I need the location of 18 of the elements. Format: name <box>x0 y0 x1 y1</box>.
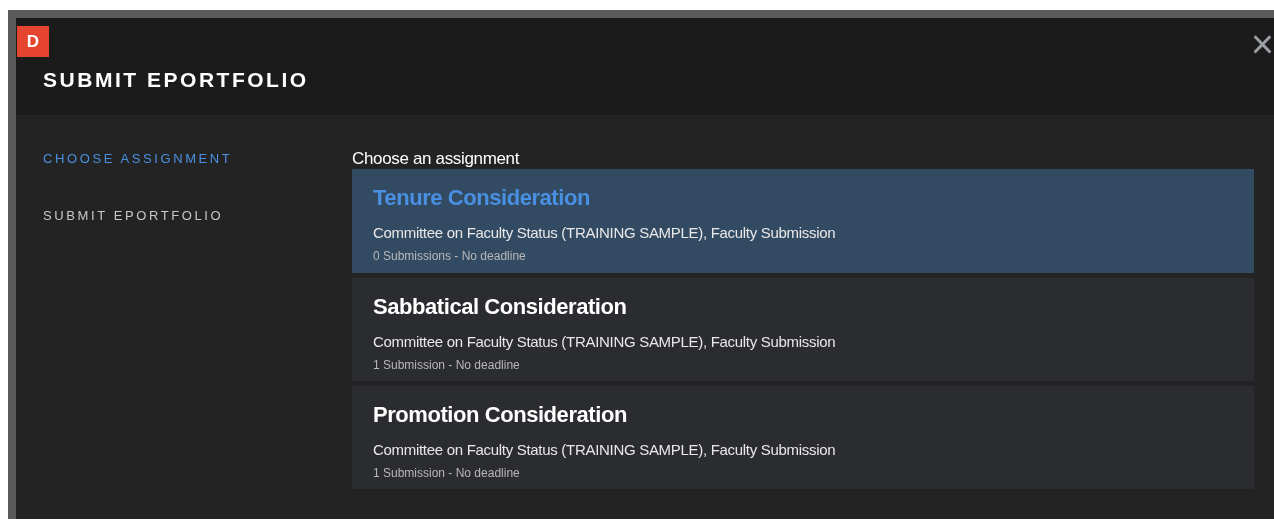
submission-info: 1 Submission - No deadline <box>373 356 521 374</box>
step-item[interactable]: SUBMIT EPORTFOLIO <box>43 205 351 225</box>
section-heading: Choose an assignment <box>351 148 521 169</box>
committee-text: Committee on Faculty Status (TRAINING SAMPLE), Faculty Submission <box>373 440 837 460</box>
assignment-card[interactable]: Tenure Consideration Committee on Faculty Status (TRAINING SAMPLE), Faculty Submission 0 Submissions - No deadline <box>352 169 1254 273</box>
app-logo: D <box>17 26 49 57</box>
close-button[interactable]: × <box>1250 24 1274 64</box>
step-item[interactable]: CHOOSE ASSIGNMENT <box>43 149 351 169</box>
assignment-title: Tenure Consideration <box>373 184 591 212</box>
submission-info: 0 Submissions - No deadline <box>373 247 527 265</box>
submission-info: 1 Submission - No deadline <box>373 464 521 482</box>
assignment-title: Sabbatical Consideration <box>373 293 628 321</box>
modal-title: SUBMIT EPORTFOLIO <box>43 67 309 93</box>
assignment-card[interactable]: Promotion Consideration Committee on Faculty Status (TRAINING SAMPLE), Faculty Submission 1 Submission - No deadline <box>352 386 1254 489</box>
committee-text: Committee on Faculty Status (TRAINING SAMPLE), Faculty Submission <box>373 223 837 243</box>
assignment-card[interactable]: Sabbatical Consideration Committee on Faculty Status (TRAINING SAMPLE), Faculty Submission 1 Submission - No deadline <box>352 278 1254 381</box>
assignment-title: Promotion Consideration <box>373 401 628 429</box>
committee-text: Committee on Faculty Status (TRAINING SAMPLE), Faculty Submission <box>373 332 837 352</box>
